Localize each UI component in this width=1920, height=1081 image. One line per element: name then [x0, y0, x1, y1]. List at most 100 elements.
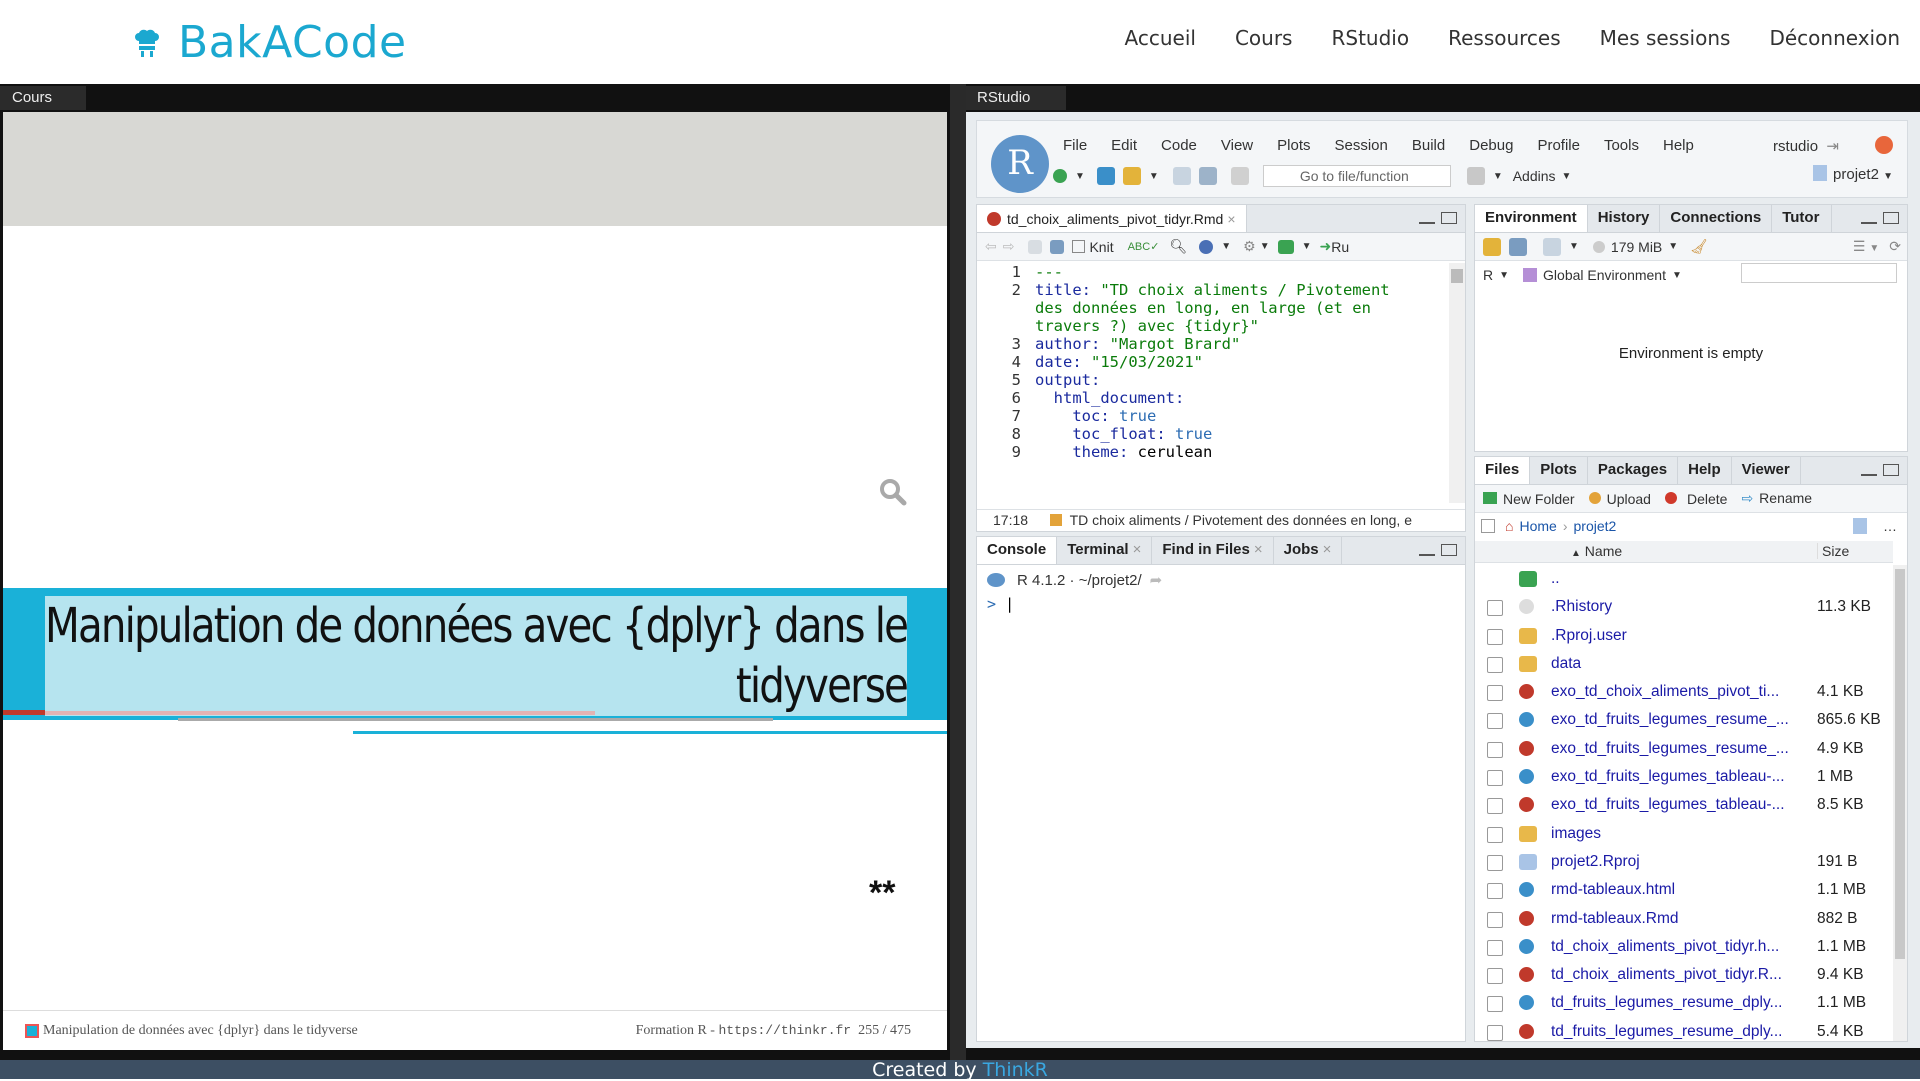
code-line[interactable]: 4 date: "15/03/2021" — [977, 353, 1449, 371]
code-line[interactable]: 9 theme: cerulean — [977, 443, 1449, 461]
code-line[interactable]: 7 toc: true — [977, 407, 1449, 425]
tab-find-in-files[interactable]: Find in Files × — [1152, 537, 1274, 564]
save-all-icon[interactable] — [1198, 167, 1217, 185]
file-name[interactable]: exo_td_fruits_legumes_resume_... — [1551, 711, 1801, 729]
file-row[interactable]: .Rproj.user — [1475, 622, 1893, 650]
file-checkbox[interactable] — [1487, 883, 1503, 900]
files-scrollbar[interactable] — [1893, 565, 1907, 1041]
grid-icon[interactable] — [1466, 167, 1485, 185]
tab-help[interactable]: Help — [1678, 457, 1732, 484]
file-row[interactable]: exo_td_choix_aliments_pivot_ti... 4.1 KB — [1475, 678, 1893, 706]
list-view-icon[interactable]: ☰ ▼ — [1853, 238, 1879, 255]
signout-icon[interactable]: ⇥ — [1822, 138, 1839, 155]
tab-plots[interactable]: Plots — [1530, 457, 1588, 484]
file-checkbox[interactable] — [1487, 600, 1503, 617]
code-line[interactable]: 1 --- — [977, 263, 1449, 281]
load-workspace-icon[interactable] — [1483, 237, 1501, 256]
knit-label[interactable]: Knit — [1089, 239, 1113, 255]
environment-search-input[interactable] — [1741, 263, 1897, 283]
code-line[interactable]: travers ?) avec {tidyr}" — [977, 317, 1449, 335]
tab-console[interactable]: Console — [977, 537, 1058, 564]
code-editor[interactable]: 1 --- 2 title: "TD choix aliments / Pivotem… — [977, 263, 1449, 501]
file-checkbox[interactable] — [1487, 911, 1503, 928]
chevron-down-icon[interactable]: ▼ — [1221, 241, 1231, 252]
file-row[interactable]: exo_td_fruits_legumes_tableau-... 1 MB — [1475, 763, 1893, 791]
run-label[interactable]: Ru — [1331, 239, 1349, 255]
brand-logo[interactable]: BakACode — [130, 14, 407, 70]
file-checkbox[interactable] — [1487, 741, 1503, 758]
breadcrumb-home[interactable]: Home — [1519, 518, 1556, 534]
goto-file-input[interactable]: Go to file/function — [1262, 165, 1451, 187]
file-row[interactable]: images — [1475, 820, 1893, 848]
file-name[interactable]: td_choix_aliments_pivot_tidyr.h... — [1551, 938, 1801, 956]
new-project-icon[interactable] — [1096, 167, 1115, 185]
file-row[interactable]: .. — [1475, 565, 1893, 593]
scope-select[interactable]: Global Environment — [1543, 267, 1666, 283]
knit-checkbox[interactable] — [1072, 240, 1086, 253]
file-name[interactable]: exo_td_fruits_legumes_tableau-... — [1551, 768, 1801, 786]
column-size[interactable]: Size — [1817, 543, 1849, 559]
file-row[interactable]: td_fruits_legumes_resume_dply... 5.4 KB — [1475, 1018, 1893, 1041]
rproj-icon[interactable] — [1853, 518, 1867, 534]
menu-session[interactable]: Session — [1335, 137, 1388, 154]
menu-plots[interactable]: Plots — [1277, 137, 1310, 154]
code-line[interactable]: 2 title: "TD choix aliments / Pivotement — [977, 281, 1449, 299]
breadcrumb-projet2[interactable]: projet2 — [1574, 518, 1617, 534]
file-checkbox[interactable] — [1487, 996, 1503, 1013]
file-name[interactable]: td_fruits_legumes_resume_dply... — [1551, 1023, 1801, 1041]
close-icon[interactable]: × — [1227, 211, 1235, 227]
file-name[interactable]: projet2.Rproj — [1551, 853, 1801, 871]
chevron-down-icon[interactable]: ▼ — [1075, 171, 1085, 182]
power-icon[interactable] — [1875, 136, 1893, 154]
nav-cours[interactable]: Cours — [1235, 26, 1293, 50]
menu-file[interactable]: File — [1063, 137, 1087, 154]
file-checkbox[interactable] — [1487, 826, 1503, 843]
close-icon[interactable]: × — [1133, 541, 1142, 558]
menu-debug[interactable]: Debug — [1469, 137, 1513, 154]
language-select[interactable]: R — [1483, 267, 1493, 283]
search-icon[interactable] — [879, 478, 907, 506]
chevron-down-icon[interactable]: ▼ — [1302, 241, 1312, 252]
menu-code[interactable]: Code — [1161, 137, 1197, 154]
tab-packages[interactable]: Packages — [1588, 457, 1679, 484]
maximize-icon[interactable] — [1441, 544, 1457, 556]
close-icon[interactable]: × — [1323, 541, 1332, 558]
go-to-dir-icon[interactable]: ➦ — [1150, 571, 1163, 589]
addins-menu[interactable]: Addins — [1513, 168, 1556, 184]
broom-icon[interactable]: 🧹︎ — [1690, 238, 1708, 255]
file-row[interactable]: td_choix_aliments_pivot_tidyr.R... 9.4 KB — [1475, 961, 1893, 989]
back-arrow-icon[interactable]: ⇦ — [985, 238, 997, 255]
close-icon[interactable]: × — [1254, 541, 1263, 558]
upload-button[interactable]: Upload — [1588, 491, 1651, 507]
knit-icon[interactable] — [1199, 239, 1214, 254]
import-dataset-icon[interactable] — [1543, 237, 1561, 256]
tab-tutorial[interactable]: Tutor — [1772, 205, 1833, 232]
cours-panel-tab[interactable]: Cours — [0, 86, 86, 110]
file-row[interactable]: td_choix_aliments_pivot_tidyr.h... 1.1 MB — [1475, 933, 1893, 961]
search-icon[interactable]: 🔍︎ — [1169, 238, 1187, 255]
file-checkbox[interactable] — [1487, 854, 1503, 871]
delete-button[interactable]: Delete — [1664, 491, 1727, 507]
file-name[interactable]: rmd-tableaux.Rmd — [1551, 910, 1801, 928]
file-name[interactable]: td_choix_aliments_pivot_tidyr.R... — [1551, 966, 1801, 984]
file-name[interactable]: .. — [1551, 570, 1801, 588]
column-name[interactable]: ▲ Name — [1571, 543, 1622, 559]
menu-view[interactable]: View — [1221, 137, 1253, 154]
select-all-checkbox[interactable] — [1481, 519, 1495, 533]
tab-files[interactable]: Files — [1475, 457, 1531, 484]
nav-mes-sessions[interactable]: Mes sessions — [1600, 26, 1731, 50]
maximize-icon[interactable] — [1441, 212, 1457, 224]
chevron-down-icon[interactable]: ▼ — [1260, 241, 1270, 252]
code-line[interactable]: 5 output: — [977, 371, 1449, 389]
file-checkbox[interactable] — [1487, 968, 1503, 985]
code-line[interactable]: 8 toc_float: true — [977, 425, 1449, 443]
forward-arrow-icon[interactable]: ⇨ — [1003, 238, 1015, 255]
project-selector[interactable]: projet2 ▼ — [1813, 165, 1893, 183]
open-file-icon[interactable] — [1122, 167, 1141, 185]
file-row[interactable]: rmd-tableaux.html 1.1 MB — [1475, 876, 1893, 904]
menu-edit[interactable]: Edit — [1111, 137, 1137, 154]
tab-jobs[interactable]: Jobs × — [1274, 537, 1343, 564]
new-folder-button[interactable]: New Folder — [1483, 491, 1575, 507]
tab-terminal[interactable]: Terminal × — [1057, 537, 1153, 564]
file-name[interactable]: td_fruits_legumes_resume_dply... — [1551, 994, 1801, 1012]
